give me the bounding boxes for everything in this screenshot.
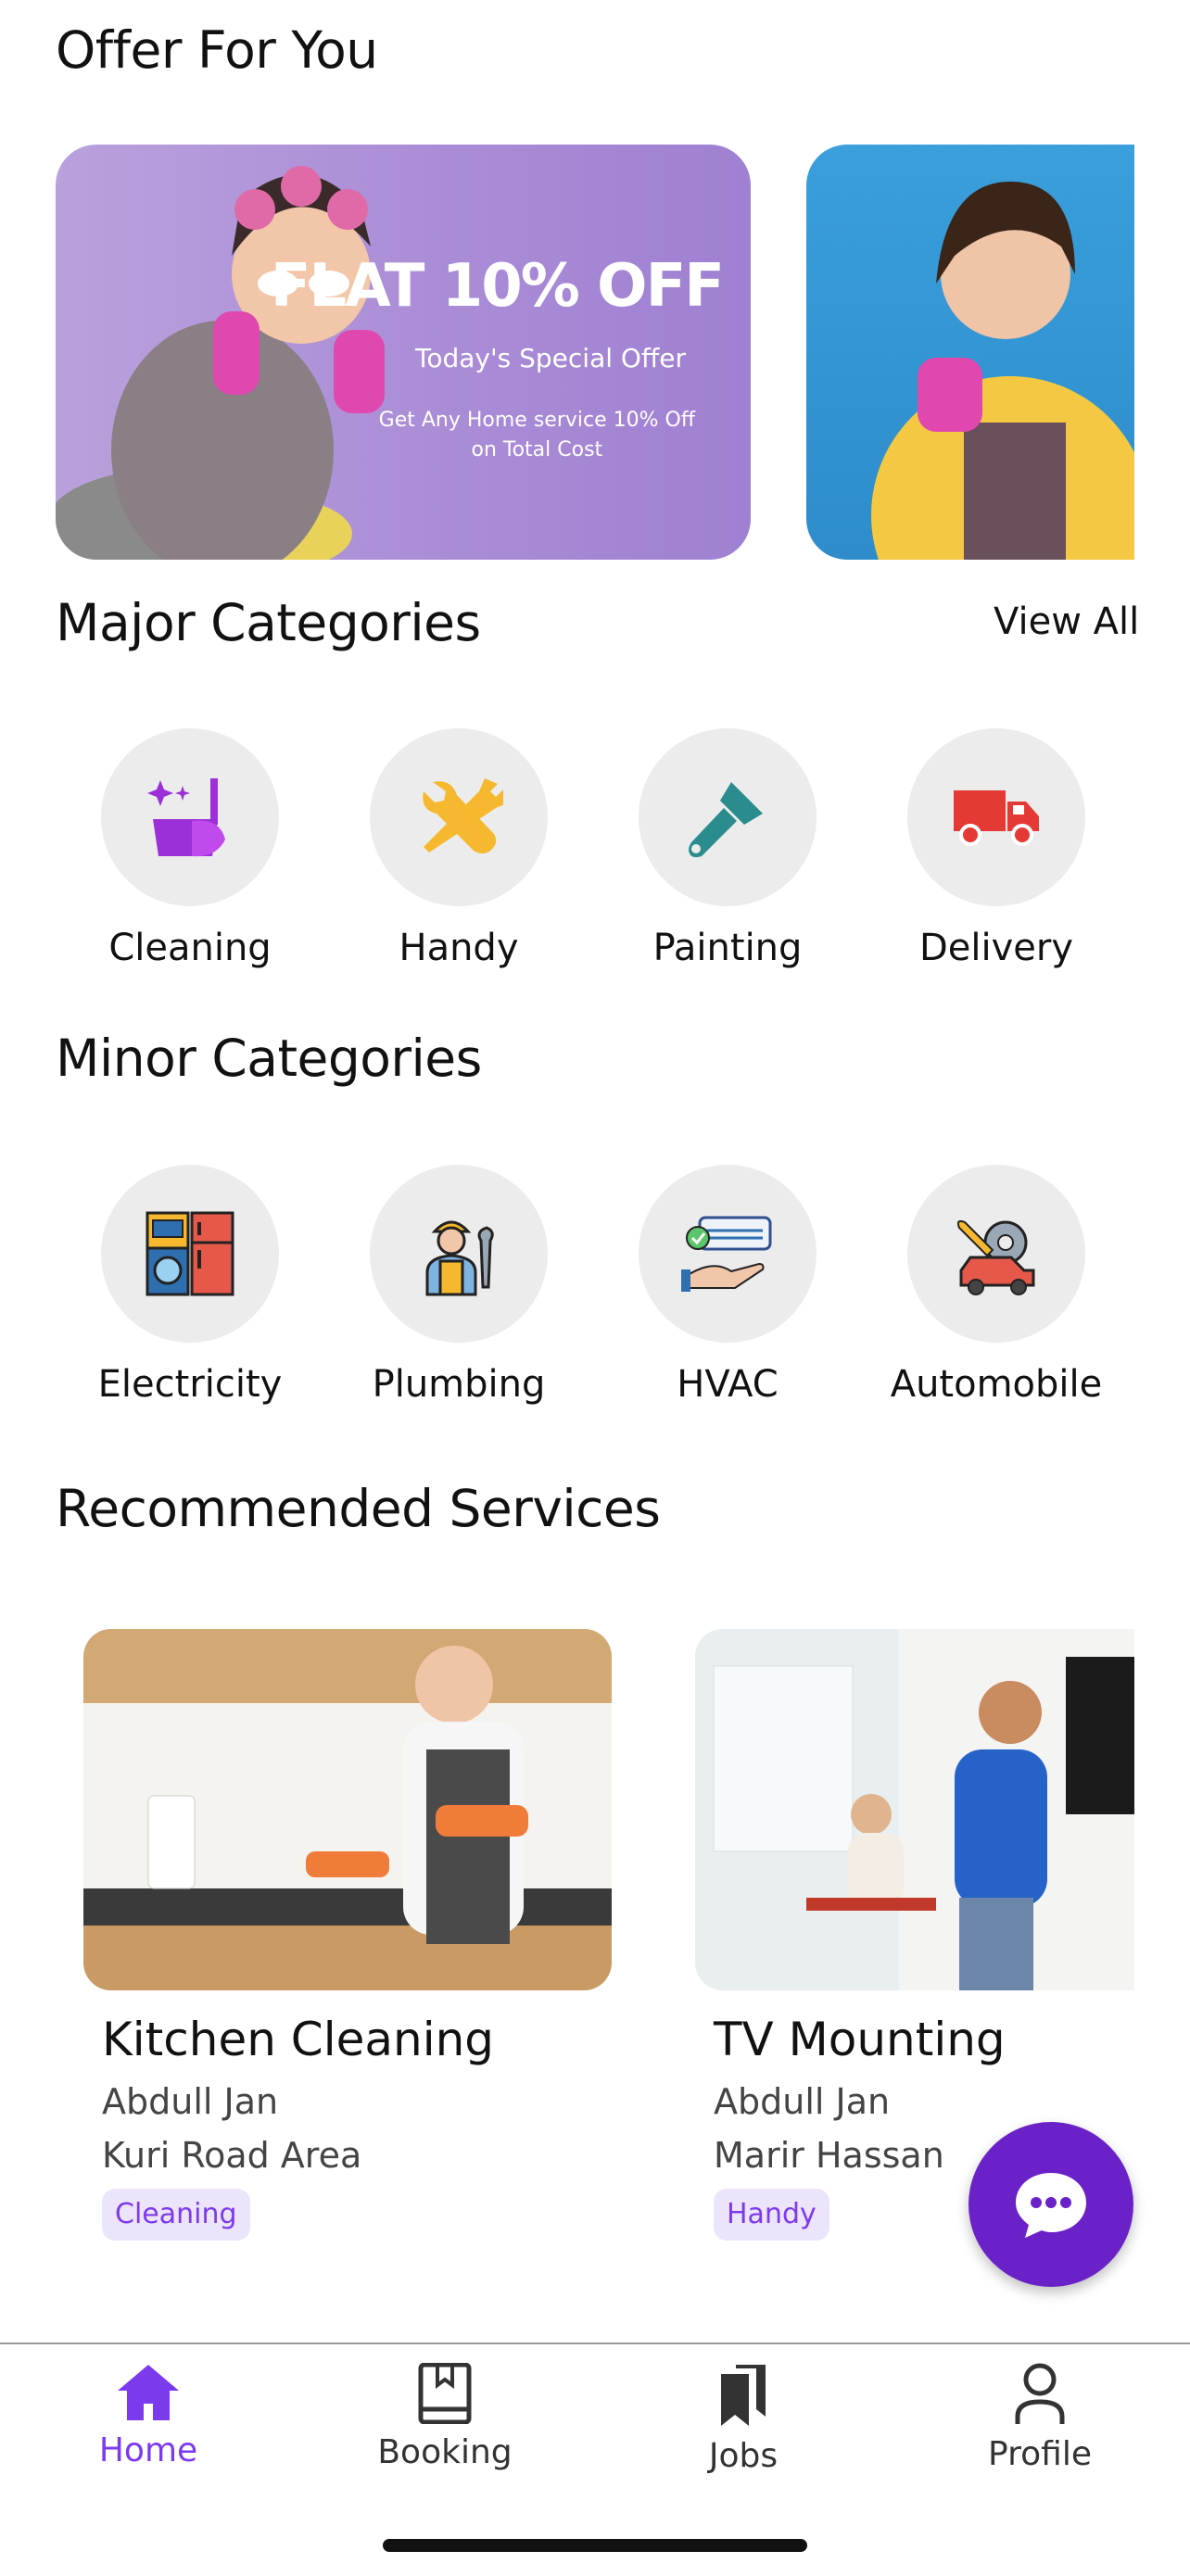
category-label: Electricity: [97, 1363, 283, 1406]
tv-mounting-photo: [695, 1629, 1134, 1990]
car-repair-icon: [956, 1219, 1035, 1295]
chat-fab-button[interactable]: [968, 2122, 1133, 2287]
category-automobile[interactable]: Automobile: [890, 1165, 1103, 1406]
banner-detail: Get Any Home service 10% Off on Total Co…: [379, 406, 695, 465]
category-plumbing[interactable]: Plumbing: [352, 1165, 565, 1406]
nav-home[interactable]: Home: [56, 2363, 241, 2469]
service-card-provider: Abdull Jan: [102, 2081, 279, 2122]
category-label: Handy: [399, 927, 519, 969]
paint-brush-icon: [689, 782, 763, 858]
kitchen-cleaning-photo: [83, 1629, 612, 1990]
nav-label: Jobs: [708, 2437, 779, 2475]
plumber-icon: [425, 1220, 494, 1296]
recommended-title: Recommended Services: [56, 1479, 661, 1538]
chat-bubble-icon: [1016, 2173, 1086, 2238]
nav-label: Profile: [988, 2435, 1092, 2473]
woman-cleaning-illustration: [56, 166, 385, 560]
category-hvac[interactable]: HVAC: [621, 1165, 834, 1406]
category-painting[interactable]: Painting: [621, 728, 834, 969]
category-label: Painting: [652, 927, 803, 969]
category-handy[interactable]: Handy: [352, 728, 565, 969]
banner-detail-line2: on Total Cost: [471, 438, 603, 461]
user-icon: [1015, 2363, 1065, 2424]
nav-booking[interactable]: Booking: [352, 2362, 538, 2471]
nav-label: Booking: [377, 2433, 513, 2471]
service-card-tag: Handy: [714, 2189, 829, 2241]
tools-icon: [423, 778, 503, 853]
service-card-area: Marir Hassan: [714, 2135, 944, 2176]
category-label: Delivery: [918, 927, 1074, 969]
category-cleaning[interactable]: Cleaning: [83, 728, 297, 969]
nav-profile[interactable]: Profile: [947, 2363, 1133, 2473]
major-categories-title: Major Categories: [56, 593, 481, 652]
service-card-image-kitchen[interactable]: [83, 1629, 612, 1990]
category-label: HVAC: [677, 1363, 779, 1406]
woman-thumbs-up-illustration: [871, 182, 1134, 560]
service-card-image-tv[interactable]: [695, 1629, 1134, 1990]
appliances-icon: [146, 1211, 234, 1296]
cleaning-icon: [147, 778, 225, 857]
service-card-title[interactable]: Kitchen Cleaning: [102, 2013, 494, 2066]
category-delivery[interactable]: Delivery: [890, 728, 1103, 969]
service-card-title[interactable]: TV Mounting: [714, 2013, 1006, 2066]
view-all-link[interactable]: View All: [994, 600, 1139, 643]
banner-detail-line1: Get Any Home service 10% Off: [378, 409, 695, 432]
bookmarks-icon: [721, 2365, 766, 2426]
minor-categories-title: Minor Categories: [56, 1029, 482, 1088]
offer-banner-flat-10[interactable]: FLAT 10% OFF Today's Special Offer Get A…: [56, 145, 751, 560]
nav-jobs[interactable]: Jobs: [651, 2363, 836, 2475]
offer-banner-2[interactable]: [806, 145, 1134, 560]
home-icon: [118, 2365, 179, 2420]
category-electricity[interactable]: Electricity: [83, 1165, 297, 1406]
service-card-provider: Abdull Jan: [714, 2081, 891, 2122]
category-label: Cleaning: [108, 927, 272, 969]
category-label: Plumbing: [372, 1363, 546, 1406]
offers-title: Offer For You: [56, 20, 378, 80]
truck-icon: [954, 790, 1039, 846]
banner-subtitle: Today's Special Offer: [414, 343, 686, 373]
service-card-area: Kuri Road Area: [102, 2135, 362, 2176]
home-indicator: [383, 2539, 807, 2552]
air-conditioner-icon: [681, 1216, 772, 1292]
category-label: Automobile: [890, 1363, 1103, 1406]
banner-headline: FLAT 10% OFF: [270, 252, 725, 321]
nav-label: Home: [98, 2431, 198, 2469]
book-icon: [418, 2362, 472, 2425]
service-card-tag: Cleaning: [102, 2189, 250, 2241]
